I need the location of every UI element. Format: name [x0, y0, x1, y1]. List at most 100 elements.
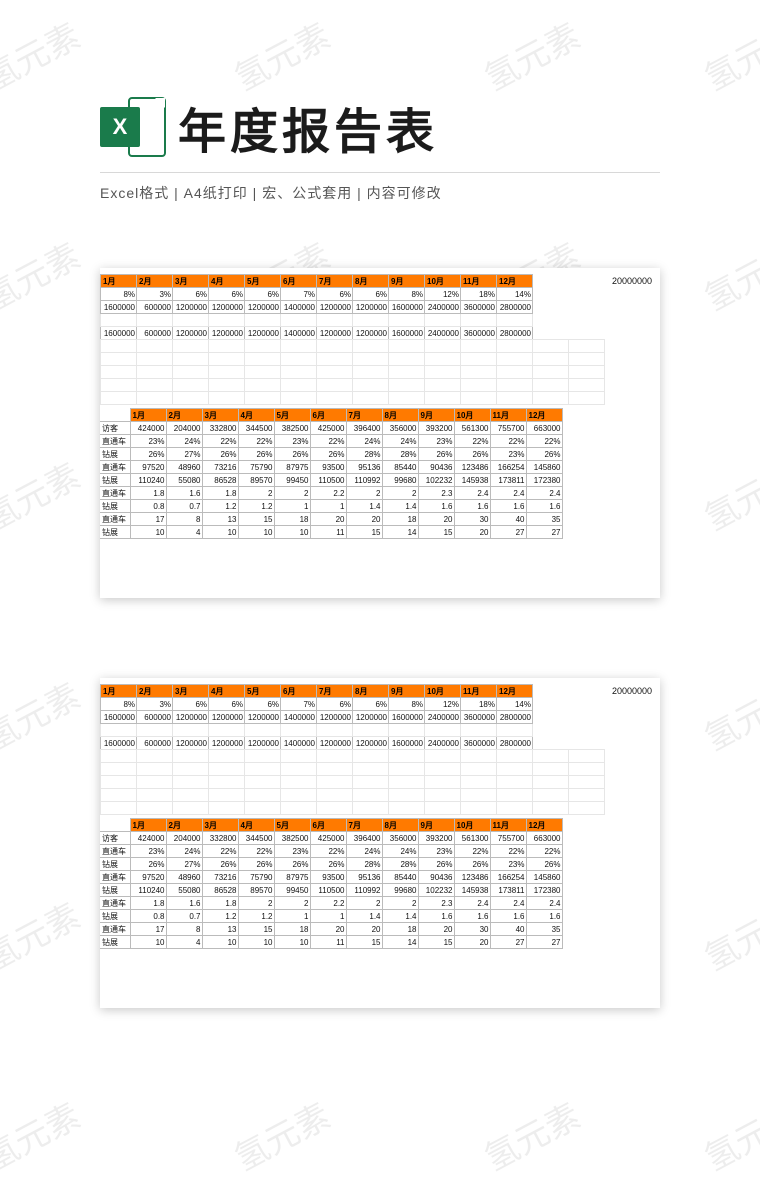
block-a-cell: 2800000 — [497, 711, 533, 724]
month-header-cell: 10月 — [454, 409, 490, 422]
block-a-cell — [137, 724, 173, 737]
block-a-row: 1600000600000120000012000001200000140000… — [101, 737, 533, 750]
block-b-cell: 123486 — [454, 461, 490, 474]
block-a-cell: 6% — [173, 698, 209, 711]
block-a-cell: 8% — [101, 698, 137, 711]
block-b-cell: 1.6 — [166, 897, 202, 910]
block-a-cell: 1400000 — [281, 711, 317, 724]
block-b-cell: 35 — [526, 513, 562, 526]
block-b-cell: 2.3 — [418, 897, 454, 910]
block-b-cell: 425000 — [310, 422, 346, 435]
block-b-cell: 26% — [310, 858, 346, 871]
block-a-cell: 1600000 — [389, 301, 425, 314]
block-a-cell: 18% — [461, 698, 497, 711]
block-b-cell: 23% — [274, 435, 310, 448]
block-a-cell: 8% — [389, 698, 425, 711]
block-a-cell: 3% — [137, 698, 173, 711]
block-b-cell: 173811 — [490, 474, 526, 487]
block-b-cell: 23% — [490, 448, 526, 461]
block-b-cell: 26% — [454, 448, 490, 461]
month-header-cell: 3月 — [202, 819, 238, 832]
block-a-cell: 1400000 — [281, 301, 317, 314]
block-b-cell: 20 — [346, 923, 382, 936]
month-header-cell: 4月 — [209, 685, 245, 698]
block-b-cell: 26% — [274, 858, 310, 871]
page-title: 年度报告表 — [178, 92, 438, 162]
block-a-cell: 1600000 — [101, 737, 137, 750]
block-b-row: 钻展10410101011151415202727 — [100, 526, 562, 539]
block-b-cell: 332800 — [202, 832, 238, 845]
block-b-cell: 393200 — [418, 832, 454, 845]
block-a-cell: 6% — [353, 698, 389, 711]
block-a-cell: 2800000 — [497, 327, 533, 340]
month-header-cell: 10月 — [454, 819, 490, 832]
block-b-cell: 22% — [490, 845, 526, 858]
block-a-row: 1600000600000120000012000001200000140000… — [101, 327, 533, 340]
block-a-cell — [101, 724, 137, 737]
block-a-cell — [245, 724, 281, 737]
block-b-cell: 166254 — [490, 461, 526, 474]
block-a-cell — [425, 314, 461, 327]
watermark-text: 氢元素 — [694, 229, 760, 320]
month-header-cell: 12月 — [526, 819, 562, 832]
block-a-cell: 7% — [281, 698, 317, 711]
block-b-cell: 22% — [310, 435, 346, 448]
block-a-cell: 1200000 — [209, 327, 245, 340]
block-b-cell: 1.8 — [130, 897, 166, 910]
block-b-row-label: 直通车 — [100, 845, 130, 858]
block-b-cell: 2.4 — [526, 487, 562, 500]
block-a-cell — [173, 314, 209, 327]
block-b-cell: 110992 — [346, 474, 382, 487]
block-b-cell: 22% — [202, 435, 238, 448]
block-b-cell: 93500 — [310, 461, 346, 474]
block-a-cell — [389, 314, 425, 327]
block-b-cell: 86528 — [202, 884, 238, 897]
block-b-cell: 396400 — [346, 832, 382, 845]
watermark-text: 氢元素 — [0, 889, 88, 980]
block-b-cell: 1.6 — [490, 910, 526, 923]
block-b-cell: 2.4 — [454, 897, 490, 910]
month-header-cell: 6月 — [281, 685, 317, 698]
month-header-cell: 8月 — [353, 275, 389, 288]
month-header-cell: 7月 — [317, 275, 353, 288]
filler-row — [101, 750, 605, 763]
block-b-cell: 204000 — [166, 422, 202, 435]
block-b-row: 钻展26%27%26%26%26%26%28%28%26%26%23%26% — [100, 858, 562, 871]
block-a-cell: 14% — [497, 288, 533, 301]
block-a-cell: 1200000 — [173, 711, 209, 724]
block-b-cell: 99450 — [274, 884, 310, 897]
block-b-cell: 26% — [274, 448, 310, 461]
block-a-cell: 600000 — [137, 327, 173, 340]
block-b-cell: 85440 — [382, 871, 418, 884]
block-b-cell: 1 — [310, 500, 346, 513]
block-b-row: 钻展10410101011151415202727 — [100, 936, 562, 949]
block-a-month-header: 1月2月3月4月5月6月7月8月9月10月11月12月 — [101, 275, 533, 288]
month-header-cell: 7月 — [317, 685, 353, 698]
block-a-cell: 6% — [173, 288, 209, 301]
block-b-cell: 99680 — [382, 884, 418, 897]
block-b-cell: 22% — [526, 435, 562, 448]
block-b-cell: 89570 — [238, 884, 274, 897]
block-b-cell: 424000 — [130, 422, 166, 435]
block-a-cell: 1200000 — [173, 327, 209, 340]
block-b-cell: 26% — [130, 448, 166, 461]
block-b-cell: 99680 — [382, 474, 418, 487]
block-a-cell: 1600000 — [101, 301, 137, 314]
block-a-cell: 12% — [425, 288, 461, 301]
block-b-row: 直通车23%24%22%22%23%22%24%24%23%22%22%22% — [100, 845, 562, 858]
block-b-cell: 35 — [526, 923, 562, 936]
block-b-cell: 10 — [202, 936, 238, 949]
block-b-cell: 10 — [274, 526, 310, 539]
block-a-cell — [137, 314, 173, 327]
block-b-cell: 15 — [418, 526, 454, 539]
watermark-text: 氢元素 — [0, 669, 88, 760]
block-b-cell: 2 — [274, 897, 310, 910]
block-b-cell: 123486 — [454, 871, 490, 884]
block-b-row-label: 访客 — [100, 422, 130, 435]
block-b-cell: 1.6 — [454, 500, 490, 513]
block-b-cell: 11 — [310, 936, 346, 949]
grand-total: 20000000 — [612, 686, 652, 696]
block-b-row: 直通车23%24%22%22%23%22%24%24%23%22%22%22% — [100, 435, 562, 448]
block-b-cell: 396400 — [346, 422, 382, 435]
block-b-cell: 15 — [346, 936, 382, 949]
